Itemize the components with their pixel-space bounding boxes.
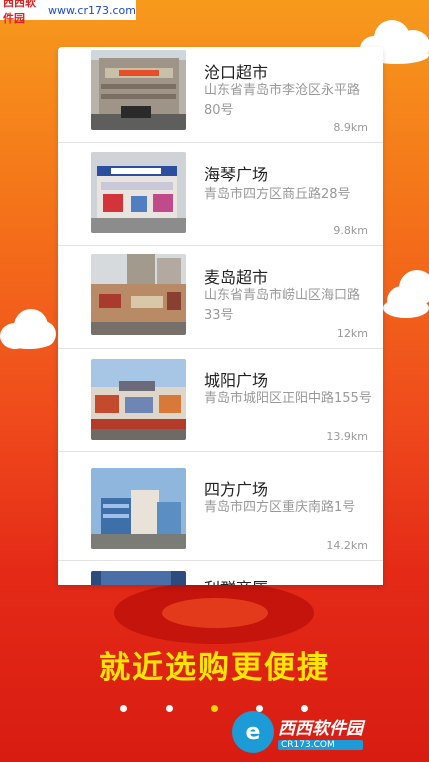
list-item[interactable]: 城阳广场 青岛市城阳区正阳中路155号 13.9km (58, 349, 383, 452)
store-thumbnail (91, 359, 186, 440)
watermark-logo-title: 西西软件园 (278, 719, 363, 739)
store-distance: 14.2km (326, 539, 368, 552)
store-name: 四方广场 (204, 480, 269, 499)
store-address: 山东省青岛市李沧区永平路80号 (204, 83, 361, 118)
list-item[interactable]: 海琴广场 青岛市四方区商丘路28号 9.8km (58, 143, 383, 246)
platform-inner-ellipse (162, 598, 268, 628)
list-item[interactable]: 四方广场 青岛市四方区重庆南路1号 14.2km (58, 452, 383, 561)
store-name: 城阳广场 (204, 371, 269, 390)
store-distance: 9.8km (333, 224, 368, 237)
list-item[interactable]: 利群商厦 (58, 561, 383, 585)
store-address: 青岛市城阳区正阳中路155号 (204, 391, 372, 406)
store-name: 沧口超市 (204, 63, 269, 82)
watermark-logo-url: CR173.COM (278, 740, 363, 750)
list-item[interactable]: 沧口超市 山东省青岛市李沧区永平路80号 8.9km (58, 47, 383, 143)
store-address: 山东省青岛市崂山区海口路33号 (204, 288, 361, 323)
page-dot[interactable] (166, 705, 173, 712)
store-distance: 8.9km (333, 121, 368, 134)
page-dot[interactable] (301, 705, 308, 712)
watermark-top: 西西软件园 www.cr173.com (0, 0, 136, 25)
slogan: 就近选购更便捷 (99, 650, 330, 686)
page-dot[interactable] (120, 705, 127, 712)
watermark-url: www.cr173.com (47, 3, 136, 17)
watermark-e-icon: e (232, 711, 274, 753)
store-thumbnail (91, 254, 186, 335)
store-thumbnail (91, 152, 186, 233)
store-distance: 12km (336, 327, 368, 340)
store-name: 麦岛超市 (204, 268, 269, 287)
list-item[interactable]: 麦岛超市 山东省青岛市崂山区海口路33号 12km (58, 246, 383, 349)
store-address: 青岛市四方区商丘路28号 (204, 187, 351, 202)
watermark-logo: e 西西软件园 CR173.COM (232, 711, 414, 753)
store-list[interactable]: 沧口超市 山东省青岛市李沧区永平路80号 8.9km 海琴广场 青岛市四方区商丘… (58, 47, 383, 585)
store-thumbnail (91, 50, 186, 130)
store-name: 海琴广场 (204, 165, 269, 184)
page-dot-active[interactable] (211, 705, 218, 712)
store-thumbnail (91, 571, 186, 585)
watermark-site-name: 西西软件园 (3, 0, 36, 25)
store-address: 青岛市四方区重庆南路1号 (204, 500, 356, 515)
store-thumbnail (91, 468, 186, 549)
cloud-right (383, 268, 429, 318)
store-name: 利群商厦 (204, 575, 268, 585)
cloud-left (0, 305, 58, 350)
store-distance: 13.9km (326, 430, 368, 443)
